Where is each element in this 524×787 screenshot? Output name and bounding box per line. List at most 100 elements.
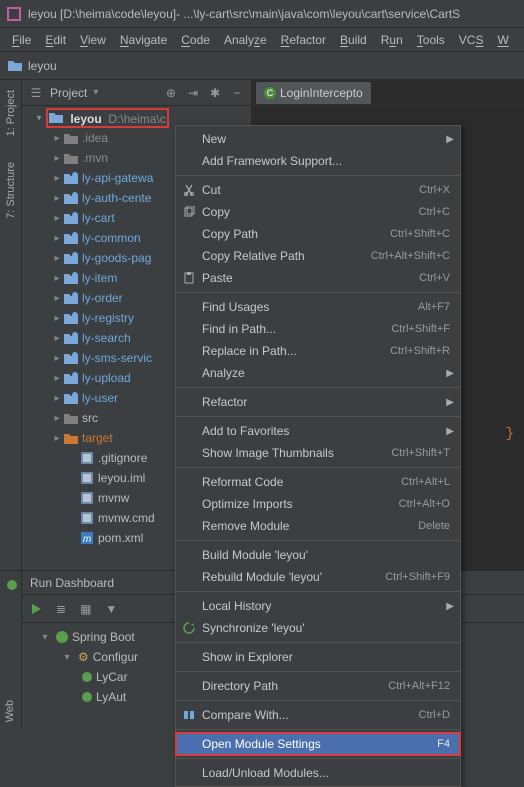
menu-run[interactable]: Run — [375, 31, 409, 49]
spring-icon — [82, 672, 92, 682]
menu-item[interactable]: Build Module 'leyou' — [176, 544, 460, 566]
menu-separator — [176, 467, 460, 468]
menu-item[interactable]: Synchronize 'leyou' — [176, 617, 460, 639]
menu-item[interactable]: Load/Unload Modules... — [176, 762, 460, 784]
menu-vcs[interactable]: VCS — [453, 31, 490, 49]
bug-icon[interactable] — [6, 579, 16, 589]
arrow-right-icon[interactable]: ▸ — [52, 233, 62, 244]
arrow-right-icon[interactable]: ▸ — [52, 353, 62, 364]
arrow-right-icon[interactable]: ▸ — [52, 213, 62, 224]
arrow-right-icon[interactable]: ▸ — [52, 313, 62, 324]
item-label: ly-registry — [82, 311, 134, 325]
menu-item[interactable]: New▶ — [176, 128, 460, 150]
arrow-right-icon[interactable]: ▸ — [52, 433, 62, 444]
arrow-right-icon[interactable]: ▸ — [52, 133, 62, 144]
menu-item[interactable]: Show in Explorer — [176, 646, 460, 668]
menu-item[interactable]: Reformat CodeCtrl+Alt+L — [176, 471, 460, 493]
menu-item-label: Cut — [202, 183, 419, 197]
menu-item[interactable]: Copy PathCtrl+Shift+C — [176, 223, 460, 245]
tool-sidebar-bottom-left: Web — [0, 668, 22, 728]
item-label: leyou.iml — [98, 471, 145, 485]
menu-item[interactable]: Directory PathCtrl+Alt+F12 — [176, 675, 460, 697]
item-icon — [64, 251, 78, 265]
menu-window[interactable]: W — [491, 31, 514, 49]
menu-separator — [176, 642, 460, 643]
menu-analyze[interactable]: Analyze — [218, 31, 273, 49]
item-label: mvnw — [98, 491, 129, 505]
arrow-right-icon[interactable]: ▸ — [52, 293, 62, 304]
hide-icon[interactable]: − — [229, 85, 245, 101]
sidebar-tab-project[interactable]: 1: Project — [5, 90, 17, 136]
item-label: ly-user — [82, 391, 118, 405]
menu-shortcut: Ctrl+Alt+L — [401, 476, 450, 488]
menu-edit[interactable]: Edit — [39, 31, 72, 49]
menu-refactor[interactable]: Refactor — [275, 31, 332, 49]
menu-item[interactable]: Show Image ThumbnailsCtrl+Shift+T — [176, 442, 460, 464]
menu-tools[interactable]: Tools — [411, 31, 451, 49]
menu-view[interactable]: View — [74, 31, 112, 49]
menu-item[interactable]: Open Module SettingsF4 — [176, 733, 460, 755]
menu-navigate[interactable]: Navigate — [114, 31, 173, 49]
chevron-right-icon: ▶ — [446, 134, 454, 145]
breadcrumb-root[interactable]: leyou — [28, 59, 57, 73]
sidebar-tab-web[interactable]: Web — [4, 700, 16, 722]
layout-icon[interactable]: ▦ — [80, 602, 91, 616]
menu-item[interactable]: Compare With...Ctrl+D — [176, 704, 460, 726]
arrow-right-icon[interactable]: ▸ — [52, 413, 62, 424]
gear-icon: ⚙ — [78, 650, 89, 664]
filter-icon[interactable]: ▼ — [105, 602, 117, 616]
menu-item[interactable]: Optimize ImportsCtrl+Alt+O — [176, 493, 460, 515]
arrow-right-icon[interactable]: ▸ — [52, 373, 62, 384]
arrow-right-icon[interactable]: ▸ — [52, 393, 62, 404]
menu-build[interactable]: Build — [334, 31, 373, 49]
arrow-right-icon[interactable]: ▸ — [52, 273, 62, 284]
gear-icon[interactable]: ✱ — [207, 85, 223, 101]
menu-item-label: Add Framework Support... — [202, 154, 450, 168]
menu-shortcut: Alt+F7 — [418, 301, 450, 313]
arrow-right-icon[interactable]: ▸ — [52, 253, 62, 264]
project-label[interactable]: Project — [50, 86, 87, 100]
menu-item[interactable]: CopyCtrl+C — [176, 201, 460, 223]
title-tail: - ...\ly-cart\src\main\java\com\leyou\ca… — [176, 7, 460, 21]
menu-item[interactable]: Find in Path...Ctrl+Shift+F — [176, 318, 460, 340]
arrow-right-icon[interactable]: ▸ — [52, 173, 62, 184]
item-label: ly-search — [82, 331, 131, 345]
collapse-icon[interactable]: ⇥ — [185, 85, 201, 101]
menu-item[interactable]: Remove ModuleDelete — [176, 515, 460, 537]
arrow-down-icon[interactable]: ▾ — [34, 113, 44, 124]
menu-item[interactable]: Local History▶ — [176, 595, 460, 617]
menu-item[interactable]: Replace in Path...Ctrl+Shift+R — [176, 340, 460, 362]
menu-separator — [176, 700, 460, 701]
menu-item-label: Directory Path — [202, 679, 388, 693]
context-menu: New▶Add Framework Support...CutCtrl+XCop… — [175, 125, 461, 787]
menu-item[interactable]: Rebuild Module 'leyou'Ctrl+Shift+F9 — [176, 566, 460, 588]
menu-item[interactable]: Refactor▶ — [176, 391, 460, 413]
menu-item[interactable]: Copy Relative PathCtrl+Alt+Shift+C — [176, 245, 460, 267]
menu-item-label: Open Module Settings — [202, 737, 437, 751]
chevron-down-icon[interactable]: ▾ — [93, 87, 98, 98]
cut-icon — [181, 182, 197, 198]
locate-icon[interactable]: ⊕ — [163, 85, 179, 101]
menu-item[interactable]: CutCtrl+X — [176, 179, 460, 201]
editor-tab[interactable]: C LoginIntercepto — [256, 82, 371, 104]
menu-item[interactable]: Add Framework Support... — [176, 150, 460, 172]
menu-item[interactable]: Add to Favorites▶ — [176, 420, 460, 442]
arrow-right-icon[interactable]: ▸ — [52, 333, 62, 344]
menu-separator — [176, 729, 460, 730]
run-icon[interactable] — [30, 603, 42, 615]
menu-item[interactable]: Analyze▶ — [176, 362, 460, 384]
app-icon — [6, 6, 22, 22]
menu-shortcut: Ctrl+Alt+O — [399, 498, 450, 510]
rd-root-label: Spring Boot — [72, 630, 135, 644]
menu-file[interactable]: File — [6, 31, 37, 49]
menu-item[interactable]: PasteCtrl+V — [176, 267, 460, 289]
menu-code[interactable]: Code — [175, 31, 216, 49]
arrow-right-icon[interactable]: ▸ — [52, 193, 62, 204]
sidebar-tab-structure[interactable]: 7: Structure — [5, 162, 17, 219]
menu-item[interactable]: Find UsagesAlt+F7 — [176, 296, 460, 318]
class-icon: C — [264, 87, 276, 99]
menu-shortcut: Ctrl+V — [419, 272, 450, 284]
arrow-right-icon[interactable]: ▸ — [52, 153, 62, 164]
tree-icon[interactable]: ≣ — [56, 602, 66, 616]
project-view-icon[interactable]: ☰ — [28, 85, 44, 101]
